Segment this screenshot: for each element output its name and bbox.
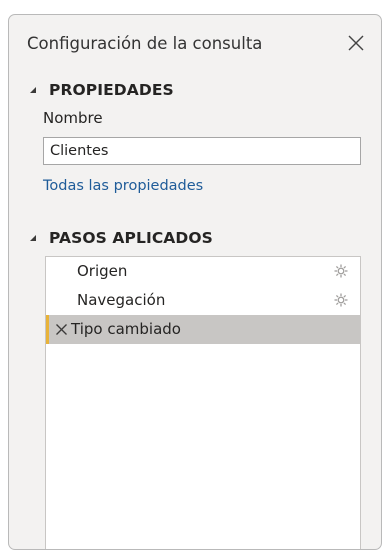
- close-icon[interactable]: [345, 32, 367, 54]
- applied-steps-section-title: PASOS APLICADOS: [49, 229, 213, 247]
- all-properties-link[interactable]: Todas las propiedades: [43, 178, 203, 194]
- caret-down-icon[interactable]: [27, 232, 39, 244]
- step-label: Tipo cambiado: [71, 320, 181, 338]
- gear-icon[interactable]: [334, 293, 348, 307]
- pane-header: Configuración de la consulta: [27, 30, 367, 58]
- pane-title: Configuración de la consulta: [27, 34, 263, 53]
- caret-down-icon[interactable]: [27, 84, 39, 96]
- applied-step-tipo-cambiado[interactable]: Tipo cambiado: [46, 315, 360, 344]
- properties-section-header[interactable]: PROPIEDADES: [27, 79, 174, 101]
- query-settings-pane: Configuración de la consulta PROPIEDADES…: [8, 14, 382, 550]
- applied-step-origen[interactable]: Origen: [46, 257, 360, 286]
- step-label: Origen: [77, 262, 128, 280]
- applied-steps-list: Origen Navegación Tipo cambiado: [45, 256, 361, 549]
- applied-steps-section-header[interactable]: PASOS APLICADOS: [27, 227, 213, 249]
- applied-step-navegacion[interactable]: Navegación: [46, 286, 360, 315]
- properties-section-title: PROPIEDADES: [49, 81, 174, 99]
- name-label: Nombre: [43, 109, 103, 127]
- close-button[interactable]: [345, 32, 367, 54]
- gear-icon[interactable]: [334, 264, 348, 278]
- step-label: Navegación: [77, 291, 166, 309]
- name-input[interactable]: [43, 137, 361, 165]
- delete-x-icon[interactable]: [55, 323, 68, 336]
